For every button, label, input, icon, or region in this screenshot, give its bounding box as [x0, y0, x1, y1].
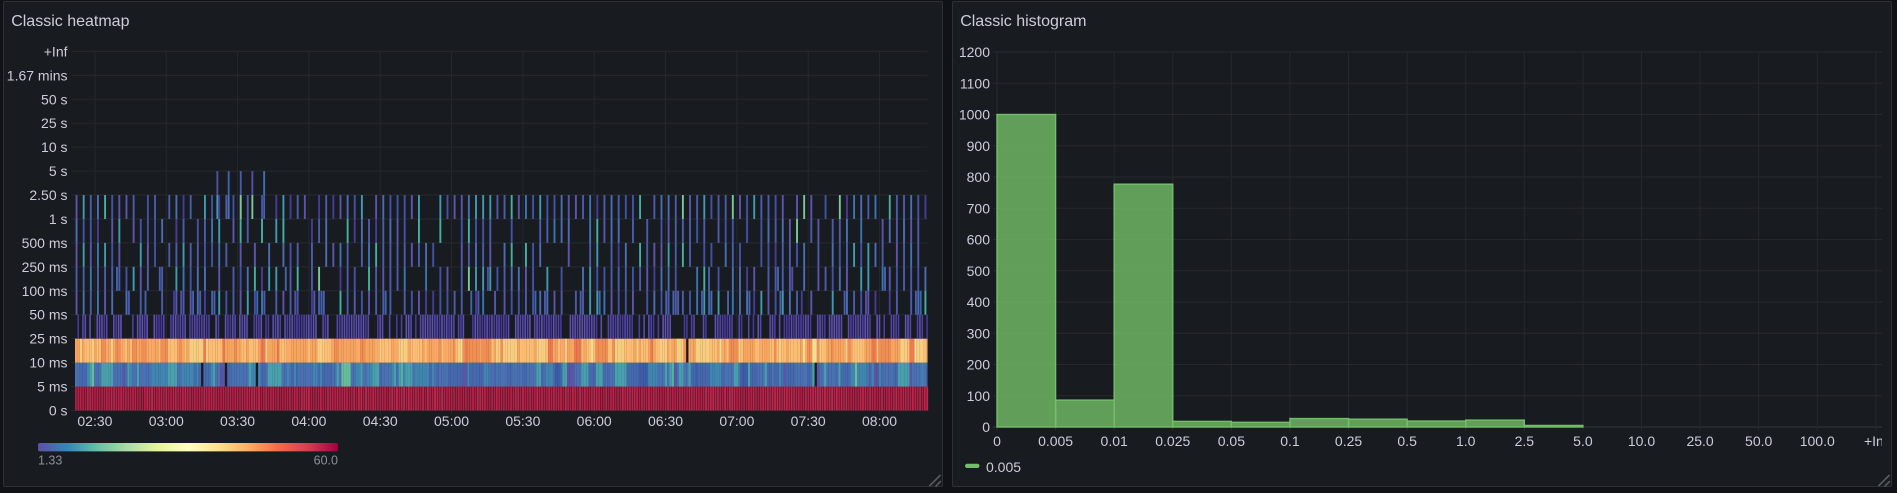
svg-text:900: 900: [967, 138, 991, 154]
svg-text:1.0: 1.0: [1456, 433, 1476, 449]
svg-text:03:00: 03:00: [149, 413, 184, 429]
svg-text:07:30: 07:30: [791, 413, 826, 429]
svg-text:100.0: 100.0: [1800, 433, 1835, 449]
svg-text:50 s: 50 s: [41, 91, 67, 107]
svg-text:2.50 s: 2.50 s: [29, 187, 67, 203]
svg-text:+Inf: +Inf: [44, 43, 68, 59]
svg-text:05:30: 05:30: [505, 413, 540, 429]
svg-text:Classic heatmap: Classic heatmap: [11, 13, 129, 30]
svg-text:700: 700: [967, 200, 991, 216]
svg-text:100: 100: [967, 388, 991, 404]
svg-text:0.05: 0.05: [1218, 433, 1245, 449]
svg-text:06:00: 06:00: [577, 413, 612, 429]
svg-text:5.0: 5.0: [1573, 433, 1593, 449]
svg-text:03:30: 03:30: [220, 413, 255, 429]
svg-text:0 s: 0 s: [49, 403, 68, 419]
svg-text:5 s: 5 s: [49, 163, 68, 179]
svg-text:1.67 mins: 1.67 mins: [7, 67, 68, 83]
svg-text:06:30: 06:30: [648, 413, 683, 429]
svg-text:08:00: 08:00: [862, 413, 897, 429]
svg-text:25 s: 25 s: [41, 115, 67, 131]
svg-text:300: 300: [967, 325, 991, 341]
svg-text:07:00: 07:00: [719, 413, 754, 429]
svg-text:0.1: 0.1: [1280, 433, 1300, 449]
svg-text:1200: 1200: [959, 44, 990, 60]
svg-text:10 s: 10 s: [41, 139, 67, 155]
svg-text:0: 0: [982, 419, 990, 435]
svg-text:60.0: 60.0: [314, 453, 338, 467]
svg-text:02:30: 02:30: [77, 413, 112, 429]
svg-text:0.01: 0.01: [1101, 433, 1128, 449]
svg-text:1 s: 1 s: [49, 211, 68, 227]
svg-text:0: 0: [993, 433, 1001, 449]
svg-text:50 ms: 50 ms: [29, 307, 67, 323]
svg-text:25 ms: 25 ms: [29, 331, 67, 347]
svg-text:0.025: 0.025: [1155, 433, 1190, 449]
svg-text:100 ms: 100 ms: [22, 283, 68, 299]
svg-text:0.5: 0.5: [1397, 433, 1417, 449]
svg-text:10.0: 10.0: [1628, 433, 1655, 449]
svg-text:1.33: 1.33: [38, 453, 62, 467]
svg-text:1100: 1100: [960, 75, 990, 91]
svg-text:25.0: 25.0: [1686, 433, 1713, 449]
svg-text:500: 500: [967, 263, 991, 279]
svg-text:1000: 1000: [959, 107, 990, 123]
svg-text:0.25: 0.25: [1335, 433, 1362, 449]
svg-text:50.0: 50.0: [1745, 433, 1772, 449]
svg-text:04:30: 04:30: [363, 413, 398, 429]
svg-text:0.005: 0.005: [986, 459, 1021, 475]
svg-text:10 ms: 10 ms: [29, 355, 67, 371]
svg-text:5 ms: 5 ms: [37, 379, 67, 395]
svg-text:600: 600: [967, 232, 991, 248]
svg-text:250 ms: 250 ms: [22, 259, 68, 275]
svg-text:04:00: 04:00: [291, 413, 326, 429]
svg-text:800: 800: [967, 169, 991, 185]
svg-text:+Inf: +Inf: [1864, 433, 1888, 449]
svg-text:Classic histogram: Classic histogram: [960, 13, 1086, 30]
svg-text:400: 400: [967, 294, 991, 310]
svg-text:200: 200: [967, 357, 991, 373]
svg-text:05:00: 05:00: [434, 413, 469, 429]
svg-text:2.5: 2.5: [1515, 433, 1535, 449]
svg-text:500 ms: 500 ms: [22, 235, 68, 251]
svg-text:0.005: 0.005: [1038, 433, 1073, 449]
